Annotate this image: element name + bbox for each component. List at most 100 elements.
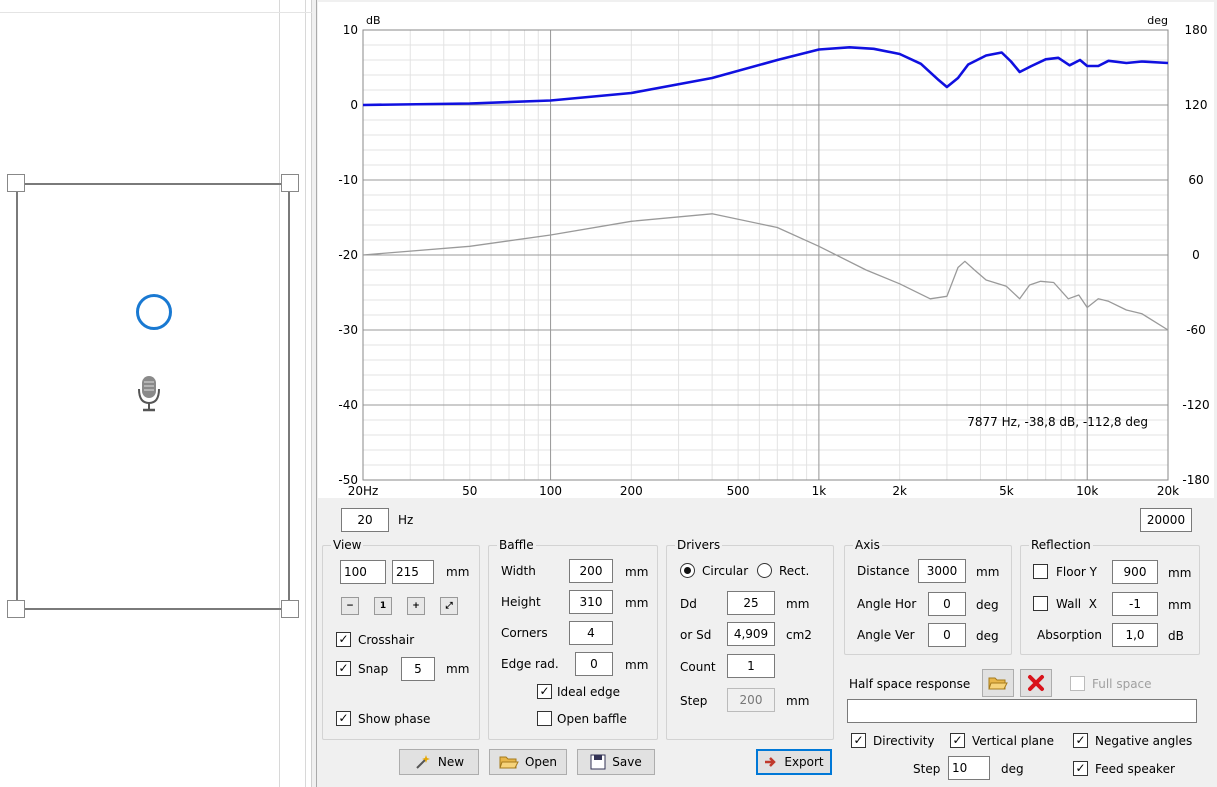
new-button[interactable]: New [399,749,479,775]
open-button-label: Open [524,755,558,769]
view-y-input[interactable]: 215 [392,560,434,584]
floor-checkbox[interactable] [1033,564,1048,579]
angle-hor-input[interactable]: 0 [928,592,966,616]
directivity-step-unit-label: deg [1001,762,1024,776]
driver-step-input: 200 [727,688,775,712]
zoom-reset-icon[interactable]: 1 [374,597,392,615]
rect-label: Rect. [779,564,810,578]
baffle-canvas[interactable] [0,0,312,787]
edge-radius-label: Edge rad. [501,657,559,671]
y2-tick-label: 0 [1192,248,1200,262]
x-tick-label: 50 [462,484,477,498]
x-tick-label: 10k [1076,484,1098,498]
snap-input[interactable]: 5 [401,657,435,681]
x-tick-label: 5k [999,484,1014,498]
show-phase-checkbox[interactable]: ✓ [336,711,351,726]
baffle-height-input[interactable]: 310 [569,590,613,614]
x-tick-label: 20k [1157,484,1179,498]
edge-radius-input[interactable]: 0 [575,652,613,676]
rect-radio[interactable] [757,563,772,578]
absorption-input[interactable]: 1,0 [1112,623,1158,647]
absorption-label: Absorption [1037,628,1102,642]
resize-handle-bottom-right[interactable] [281,600,299,618]
distance-label: Distance [857,564,910,578]
view-unit-label: mm [446,565,470,579]
vertical-plane-label: Vertical plane [972,734,1055,748]
export-arrow-icon [765,757,777,767]
y2-tick-label: 180 [1185,23,1208,37]
negative-angles-checkbox[interactable]: ✓ [1073,733,1088,748]
angle-hor-label: Angle Hor [857,597,917,611]
snap-checkbox[interactable]: ✓ [336,661,351,676]
freq-max-input[interactable]: 20000 [1140,508,1192,532]
canvas-grid-line [0,12,312,13]
y-tick-label: 10 [343,23,358,37]
circular-radio[interactable] [680,563,695,578]
microphone-icon[interactable] [136,375,162,415]
wall-unit-label: mm [1168,598,1192,612]
negative-angles-label: Negative angles [1095,734,1193,748]
resize-handle-bottom-left[interactable] [7,600,25,618]
crosshair-checkbox[interactable]: ✓ [336,632,351,647]
baffle-width-input[interactable]: 200 [569,559,613,583]
zoom-out-icon[interactable]: − [341,597,359,615]
distance-input[interactable]: 3000 [918,559,966,583]
snap-unit-label: mm [446,662,470,676]
x-tick-label: 1k [812,484,827,498]
zoom-in-icon[interactable]: + [407,597,425,615]
open-button[interactable]: Open [489,749,567,775]
open-baffle-checkbox[interactable] [537,711,552,726]
magic-wand-icon [416,755,430,769]
y2-tick-label: 60 [1188,173,1203,187]
ideal-edge-checkbox[interactable]: ✓ [537,684,552,699]
vertical-plane-checkbox[interactable]: ✓ [950,733,965,748]
circular-label: Circular [702,564,749,578]
drivers-group-title: Drivers [675,538,723,552]
directivity-checkbox[interactable]: ✓ [851,733,866,748]
resize-handle-top-right[interactable] [281,174,299,192]
open-baffle-label: Open baffle [557,712,627,726]
y-tick-label: -50 [338,473,358,487]
count-label: Count [680,660,716,674]
frequency-response-chart[interactable]: 20Hz 50 100 200 500 1k 2k 5k 10k 20k100-10-20-30-… [318,2,1214,498]
wall-checkbox[interactable] [1033,596,1048,611]
directivity-step-input[interactable]: 10 [948,756,990,780]
count-input[interactable]: 1 [727,654,775,678]
distance-unit-label: mm [976,565,1000,579]
resize-handle-top-left[interactable] [7,174,25,192]
half-space-label: Half space response [849,677,971,691]
floppy-disk-icon [590,754,606,770]
export-button[interactable]: Export [756,749,832,775]
clear-half-space-button[interactable] [1020,669,1052,697]
y-tick-label: 0 [350,98,358,112]
baffle-group-title: Baffle [497,538,536,552]
step-unit-label: mm [786,694,810,708]
view-x-input[interactable]: 100 [340,560,386,584]
fit-view-icon[interactable]: ⤢ [440,597,458,615]
open-half-space-button[interactable] [982,669,1014,697]
y2-tick-label: -180 [1182,473,1209,487]
sd-label: or Sd [680,628,712,642]
sd-input[interactable]: 4,909 [727,622,775,646]
folder-open-icon [988,677,1008,690]
half-space-path-input[interactable] [847,699,1197,723]
freq-min-input[interactable]: 20 [341,508,389,532]
angle-ver-input[interactable]: 0 [928,623,966,647]
save-button[interactable]: Save [577,749,655,775]
y-tick-label: -10 [338,173,358,187]
freq-unit-label: Hz [398,513,414,527]
wall-input[interactable]: -1 [1112,592,1158,616]
folder-open-icon [499,756,519,769]
y-axis-label: dB [366,14,381,27]
x-tick-label: 100 [539,484,562,498]
floor-input[interactable]: 900 [1112,560,1158,584]
save-button-label: Save [612,755,642,769]
height-label: Height [501,595,541,609]
driver-circle[interactable] [136,294,172,330]
sd-unit-label: cm2 [786,628,812,642]
corners-input[interactable]: 4 [569,621,613,645]
dd-input[interactable]: 25 [727,591,775,615]
feed-speaker-label: Feed speaker [1095,762,1175,776]
y2-tick-label: -120 [1182,398,1209,412]
feed-speaker-checkbox[interactable]: ✓ [1073,761,1088,776]
